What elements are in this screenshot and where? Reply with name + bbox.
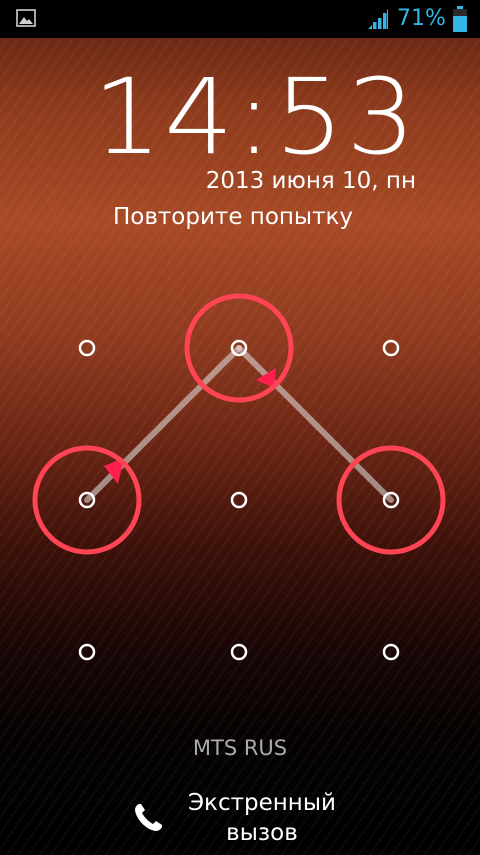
emergency-call-label: Экстренный вызов [188, 790, 336, 846]
date-label: 2013 июня 10, пн [205, 168, 416, 194]
pattern-dot-8[interactable] [230, 643, 248, 661]
pattern-dot-1[interactable] [78, 339, 96, 357]
status-bar: 71% [0, 0, 480, 38]
carrier-name: MTS RUS [192, 736, 288, 760]
unlock-pattern[interactable] [0, 270, 480, 730]
pattern-dot-3[interactable] [382, 339, 400, 357]
pattern-dot-9[interactable] [382, 643, 400, 661]
phone-icon [135, 804, 162, 831]
pattern-line [236, 345, 394, 503]
unlock-status-message: Повторите попытку [112, 204, 353, 230]
pattern-line [84, 345, 242, 503]
battery-icon [453, 6, 467, 32]
lock-screen: 71% 14:53 2013 июня 10, пн Повторите поп… [0, 0, 480, 855]
gallery-icon [16, 9, 36, 27]
battery-percent: 71% [397, 6, 446, 31]
pattern-dot-5[interactable] [230, 491, 248, 509]
pattern-dot-7[interactable] [78, 643, 96, 661]
emergency-call-button[interactable]: Экстренный вызов [126, 788, 386, 852]
signal-icon [368, 9, 388, 29]
clock-time: 14:53 [92, 56, 418, 178]
